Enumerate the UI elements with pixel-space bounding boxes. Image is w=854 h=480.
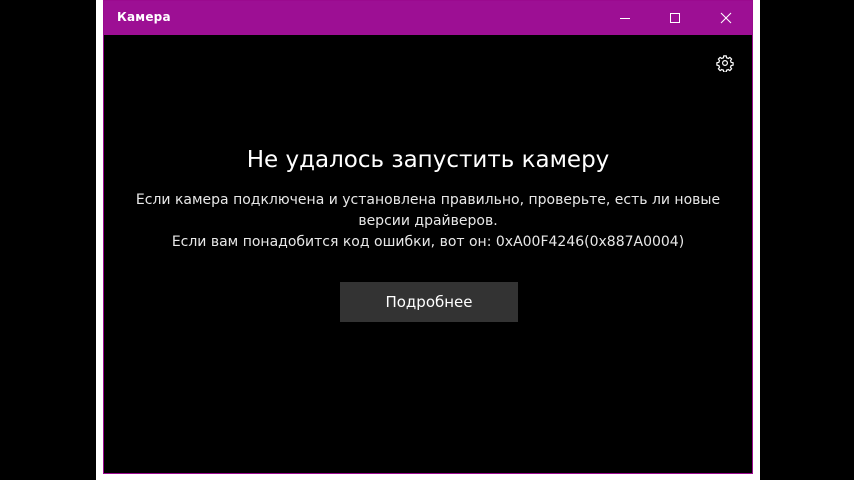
error-content: Не удалось запустить камеру Если камера … bbox=[104, 35, 752, 475]
error-message: Если камера подключена и установлена пра… bbox=[104, 190, 752, 253]
error-title: Не удалось запустить камеру bbox=[246, 147, 610, 173]
maximize-button[interactable] bbox=[651, 1, 699, 35]
maximize-icon bbox=[670, 13, 680, 23]
title-bar[interactable]: Камера bbox=[104, 1, 752, 35]
camera-app-window: Камера Не удалось запустить камеру Если … bbox=[103, 0, 753, 474]
error-message-line: версии драйверов. bbox=[358, 213, 498, 229]
window-title: Камера bbox=[117, 10, 171, 24]
minimize-icon bbox=[620, 18, 630, 19]
error-message-line: Если камера подключена и установлена пра… bbox=[135, 192, 721, 208]
close-icon bbox=[720, 12, 732, 24]
close-button[interactable] bbox=[702, 1, 750, 35]
minimize-button[interactable] bbox=[601, 1, 649, 35]
error-code-line: Если вам понадобится код ошибки, вот он:… bbox=[171, 234, 685, 250]
details-button[interactable]: Подробнее bbox=[340, 282, 518, 322]
